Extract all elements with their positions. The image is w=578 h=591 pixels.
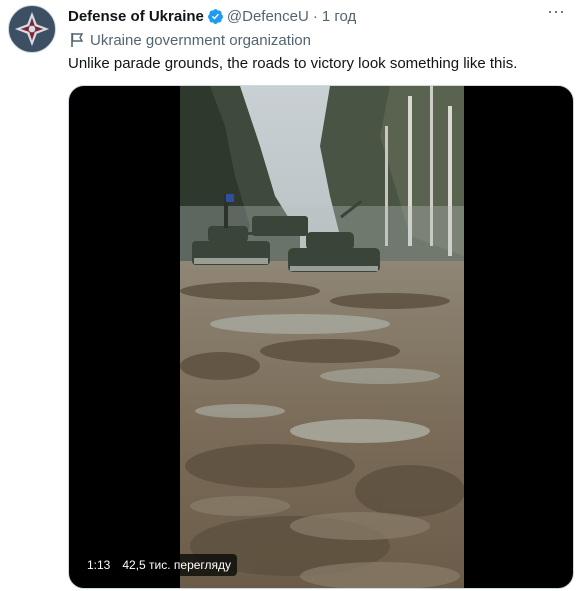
tweet[interactable]: Defense of Ukraine @DefenceU · 1 год ···… (0, 0, 578, 591)
separator-dot: · (312, 7, 318, 25)
avatar[interactable] (8, 5, 56, 53)
timestamp[interactable]: 1 год (322, 8, 356, 25)
video-meta: 1:13 42,5 тис. перегляду (81, 554, 238, 576)
video-views: 42,5 тис. перегляду (122, 558, 232, 572)
video-player[interactable]: 1:13 42,5 тис. перегляду (68, 85, 574, 589)
flag-icon (70, 32, 84, 48)
account-label-text: Ukraine government organization (90, 31, 311, 49)
video-frame[interactable] (180, 86, 464, 588)
handle[interactable]: @DefenceU (227, 8, 309, 25)
video-thumbnail (180, 86, 464, 588)
tweet-text: Unlike parade grounds, the roads to vict… (68, 55, 518, 72)
tweet-header: Defense of Ukraine @DefenceU · 1 год (68, 6, 356, 26)
more-icon[interactable]: ··· (544, 2, 568, 24)
display-name[interactable]: Defense of Ukraine (68, 8, 204, 25)
video-duration: 1:13 (87, 558, 111, 572)
ministry-emblem-icon (14, 11, 50, 47)
verified-badge-icon (207, 8, 224, 25)
account-label[interactable]: Ukraine government organization (70, 30, 311, 50)
